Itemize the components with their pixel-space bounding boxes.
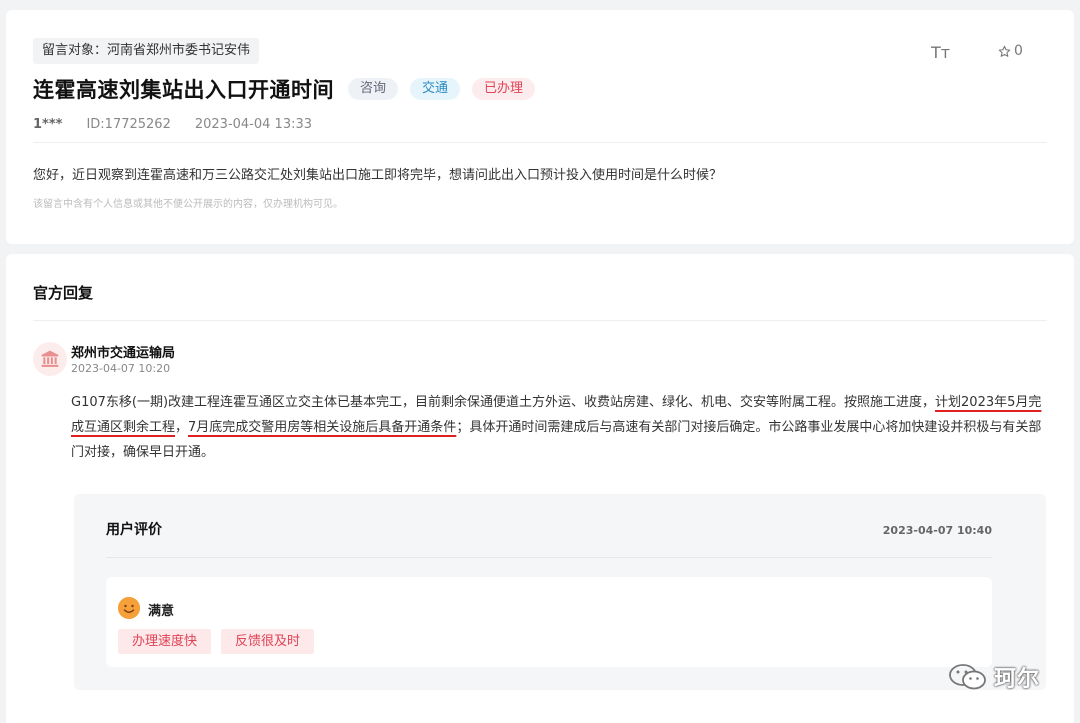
reply-card: 官方回复 郑州市交通运输局 2023-04-07 10:20 G107东移(一期… [6,254,1074,723]
reply-text: G107东移(一期)改建工程连霍互通区立交主体已基本完工，目前剩余保通便道土方外… [71,390,1051,465]
message-id: ID:17725262 [86,117,171,132]
reply-org-name: 郑州市交通运输局 [71,346,176,361]
evaluation-chips: 办理速度快 反馈很及时 [118,629,315,654]
watermark: 珂尔 [948,661,1040,693]
tag-consult: 咨询 [348,78,399,100]
evaluation-title: 用户评价 [106,522,162,538]
reply-time: 2023-04-07 10:20 [71,362,171,375]
message-card: 留言对象：河南省郑州市委书记安伟 连霍高速刘集站出入口开通时间 咨询 交通 已办… [6,10,1074,244]
message-content: 您好，近日观察到连霍高速和万三公路交汇处刘集站出口施工即将完毕，想请问此出入口预… [33,168,723,183]
user-evaluation-panel: 用户评价 2023-04-07 10:40 满意 办理速度快 反馈很及时 [74,494,1046,690]
reply-text-part: ， [175,420,189,435]
reply-section-title: 官方回复 [33,284,94,302]
tag-traffic: 交通 [410,78,461,100]
divider [33,142,1047,143]
star-icon [998,45,1011,57]
privacy-notice: 该留言中含有个人信息或其他不便公开展示的内容，仅办理机构可见。 [33,199,343,210]
wechat-icon [949,664,986,690]
smiley-face-icon [118,597,140,619]
evaluation-card: 满意 办理速度快 反馈很及时 [106,577,992,667]
favorite-count: 0 [1014,43,1023,59]
font-size-toggle-button[interactable]: Tт [931,43,950,62]
government-building-icon [41,350,59,367]
message-meta: 1*** ID:17725262 2023-04-04 13:33 [33,117,312,132]
font-size-icon: Tт [931,43,951,62]
watermark-text: 珂尔 [994,667,1041,692]
title-row: 连霍高速刘集站出入口开通时间 咨询 交通 已办理 [33,73,536,105]
chip-fast-handling: 办理速度快 [118,629,212,654]
favorite-button[interactable]: 0 [998,43,1023,59]
smiley-face-glyph [118,597,140,619]
satisfaction-label: 满意 [148,604,175,619]
author-name: 1*** [33,117,63,132]
evaluation-time: 2023-04-07 10:40 [882,524,992,537]
tag-status-processed: 已办理 [472,78,536,100]
divider [33,320,1047,321]
chip-timely-feedback: 反馈很及时 [221,629,315,654]
reply-highlight-opening-condition: 7月底完成交警用房等相关设施后具备开通条件 [188,420,457,435]
page-title: 连霍高速刘集站出入口开通时间 [33,78,334,102]
message-target: 留言对象：河南省郑州市委书记安伟 [33,38,260,64]
org-avatar [33,342,67,376]
reply-text-part: G107东移(一期)改建工程连霍互通区立交主体已基本完工，目前剩余保通便道土方外… [71,395,936,410]
message-date: 2023-04-04 13:33 [194,117,313,132]
divider [106,557,992,558]
